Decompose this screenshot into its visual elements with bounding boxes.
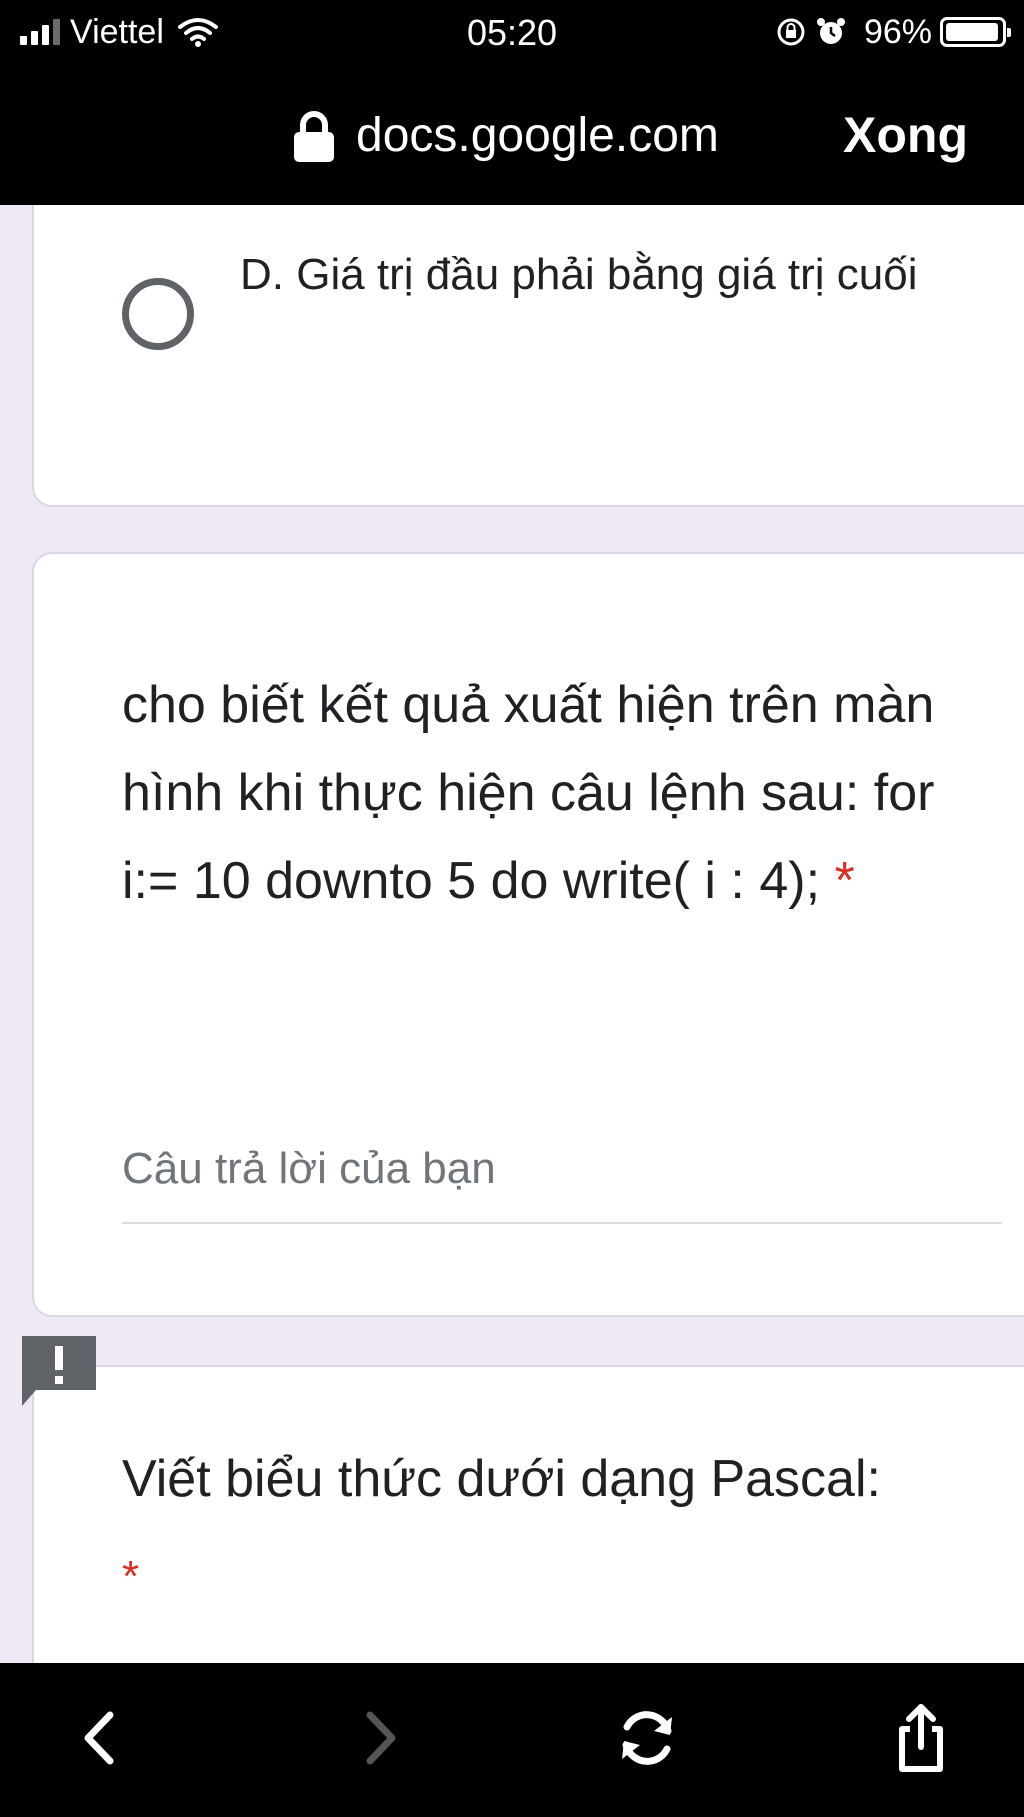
feedback-icon[interactable] bbox=[22, 1336, 96, 1406]
answer-field[interactable] bbox=[122, 1124, 1002, 1224]
lock-icon bbox=[294, 111, 334, 162]
battery-percent: 96% bbox=[863, 13, 932, 51]
url-text[interactable]: docs.google.com bbox=[356, 108, 719, 164]
question-card-3: Viết biểu thức dưới dạng Pascal: * bbox=[32, 1365, 1024, 1663]
question-2-title: cho biết kết quả xuất hiện trên màn hình… bbox=[122, 661, 982, 925]
share-icon[interactable] bbox=[886, 1703, 956, 1773]
alarm-icon bbox=[816, 18, 845, 44]
option-d-row[interactable]: D. Giá trị đầu phải bằng giá trị cuối bbox=[34, 207, 1024, 507]
battery-icon bbox=[940, 17, 1011, 47]
question-2-text: cho biết kết quả xuất hiện trên màn hình… bbox=[122, 676, 935, 910]
reload-icon[interactable] bbox=[612, 1703, 682, 1773]
answer-input[interactable] bbox=[122, 1124, 1002, 1214]
option-d-radio[interactable] bbox=[122, 278, 194, 350]
done-button[interactable]: Xong bbox=[843, 106, 968, 164]
browser-url-bar: docs.google.com Xong bbox=[0, 68, 1024, 205]
question-3-title: Viết biểu thức dưới dạng Pascal: bbox=[122, 1450, 881, 1508]
required-mark: * bbox=[122, 1552, 140, 1601]
form-content[interactable]: D. Giá trị đầu phải bằng giá trị cuối ch… bbox=[0, 205, 1024, 1663]
status-bar: Viettel 05:20 96% bbox=[0, 0, 1024, 68]
battery-level-fill bbox=[946, 23, 998, 41]
question-card-2: cho biết kết quả xuất hiện trên màn hình… bbox=[32, 552, 1024, 1317]
rotation-lock-icon bbox=[777, 18, 805, 46]
option-d-label[interactable]: D. Giá trị đầu phải bằng giá trị cuối bbox=[240, 237, 960, 313]
forward-icon[interactable] bbox=[344, 1703, 414, 1773]
required-mark: * bbox=[834, 852, 855, 910]
browser-toolbar bbox=[0, 1663, 1024, 1817]
back-icon[interactable] bbox=[66, 1703, 136, 1773]
question-card-1: D. Giá trị đầu phải bằng giá trị cuối bbox=[32, 205, 1024, 507]
status-right: 96% bbox=[776, 12, 1011, 52]
